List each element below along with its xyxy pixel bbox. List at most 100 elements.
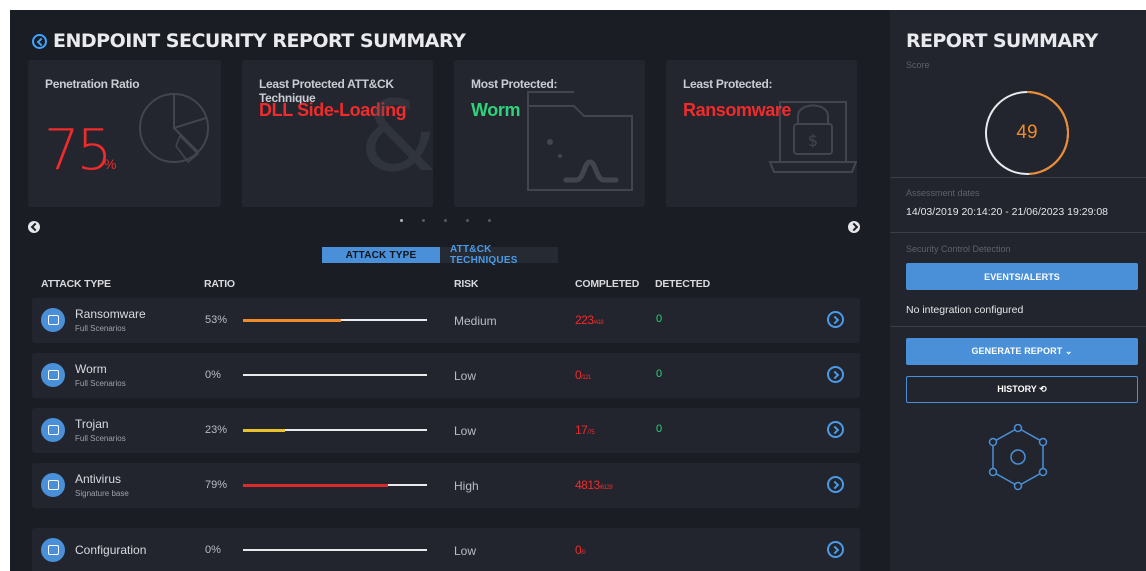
row-ratio: 0% [205,544,221,556]
events-alerts-button[interactable]: EVENTS/ALERTS [906,263,1138,290]
ratio-bar-fill [243,483,389,487]
chevron-right-icon[interactable] [827,421,844,438]
ratio-bar-fill [243,428,286,432]
ransomware-icon [41,308,65,332]
carousel-next-icon[interactable] [848,221,860,233]
row-risk: High [454,479,479,493]
ratio-bar-fill [243,318,341,322]
column-header-detected[interactable]: DETECTED [655,278,710,290]
back-icon[interactable] [32,33,47,49]
row-ratio: 79% [205,479,228,491]
chevron-right-icon[interactable] [827,311,844,328]
carousel-dot[interactable] [444,219,447,222]
network-hexagon-icon [988,424,1048,491]
carousel-prev-icon[interactable] [28,221,40,233]
tab-attck-techniques[interactable]: ATT&CK TECHNIQUES [440,244,558,266]
row-name: Trojan [75,417,109,431]
score-value: 49 [1016,122,1038,143]
shield-check-icon [41,473,65,497]
card-label: Least Protected: [683,77,773,91]
table-row[interactable]: Ransomware Full Scenarios 53% Medium 223… [32,298,860,343]
divider [890,177,1146,178]
page-title-text: ENDPOINT SECURITY REPORT SUMMARY [53,30,466,52]
completed-total: /0 [581,550,586,556]
completed-count: 223 [575,313,594,327]
row-risk: Low [454,369,477,383]
row-name: Ransomware [75,307,146,321]
ampersand-icon: & [360,80,433,194]
column-header-completed[interactable]: COMPLETED [575,278,639,290]
row-completed: 4813/6129 [575,478,613,492]
ratio-bar [243,483,427,487]
carousel-dots [400,219,491,222]
generate-report-button[interactable]: GENERATE REPORT ⌄ [906,338,1138,365]
table-row[interactable]: Worm Full Scenarios 0% Low 0/121 0 [32,353,860,398]
carousel-dot[interactable] [400,219,403,222]
card-least-protected-technique: Least Protected ATT&CK Technique DLL Sid… [242,60,433,207]
worm-icon [41,363,65,387]
row-name: Configuration [75,543,147,557]
row-ratio: 0% [205,369,221,381]
cloud-config-icon [41,538,65,562]
ransomware-laptop-icon: $ [768,101,857,173]
divider [890,326,1146,327]
row-risk: Medium [454,314,497,328]
chevron-right-icon[interactable] [827,476,844,493]
app-frame: ENDPOINT SECURITY REPORT SUMMARY Penetra… [10,10,1146,571]
report-summary-sidebar: REPORT SUMMARY Score 49 Assessment dates… [890,10,1146,571]
divider [890,232,1146,233]
chevron-right-icon[interactable] [827,366,844,383]
row-completed: 17/75 [575,423,595,437]
ratio-bar [243,318,427,322]
card-least-protected: Least Protected: Ransomware $ [666,60,857,207]
trojan-horse-icon [41,418,65,442]
row-detected: 0 [656,313,663,325]
table-row[interactable]: Antivirus Signature base 79% High 4813/6… [32,463,860,508]
row-detected: 0 [656,368,663,380]
row-name: Antivirus [75,472,122,486]
completed-total: /6129 [599,485,613,491]
completed-total: /121 [581,375,591,381]
completed-count: 17 [575,423,588,437]
ratio-bar [243,428,427,432]
row-subtitle: Signature base [75,489,129,498]
completed-count: 4813 [575,478,600,492]
tab-attack-type[interactable]: ATTACK TYPE [322,247,440,263]
sidebar-title: REPORT SUMMARY [906,30,1098,52]
row-completed: 0/0 [575,543,586,557]
row-detected: 0 [656,423,663,435]
table-row[interactable]: Trojan Full Scenarios 23% Low 17/75 0 [32,408,860,453]
row-risk: Low [454,424,477,438]
penetration-ratio-unit: % [104,156,117,172]
table-row[interactable]: Configuration 0% Low 0/0 [32,528,860,571]
ratio-bar [243,549,427,551]
integration-status-text: No integration configured [906,304,1024,316]
column-header-risk[interactable]: RISK [454,278,478,290]
ratio-bar [243,374,427,376]
carousel-dot[interactable] [488,219,491,222]
row-completed: 223/418 [575,313,604,327]
penetration-ratio-value: 75 [44,118,112,183]
row-ratio: 23% [205,424,228,436]
history-button[interactable]: HISTORY ⟲ [906,376,1138,403]
card-label: Penetration Ratio [45,77,140,91]
row-completed: 0/121 [575,368,591,382]
column-header-attack-type[interactable]: ATTACK TYPE [41,278,111,290]
carousel-dot[interactable] [466,219,469,222]
assessment-dates-value: 14/03/2019 20:14:20 - 21/06/2023 19:29:0… [906,206,1109,218]
row-ratio: 53% [205,314,228,326]
completed-total: /418 [593,320,604,326]
row-risk: Low [454,544,477,558]
row-subtitle: Full Scenarios [75,379,126,388]
card-penetration-ratio: Penetration Ratio 75 % [28,60,221,207]
row-subtitle: Full Scenarios [75,324,126,333]
worm-icon [527,91,633,191]
completed-total: /75 [587,430,595,436]
svg-text:$: $ [808,131,818,150]
chevron-right-icon[interactable] [827,541,844,558]
column-header-ratio[interactable]: RATIO [204,278,235,290]
assessment-dates-label: Assessment dates [906,188,980,198]
security-control-detection-label: Security Control Detection [906,244,1011,254]
carousel-dot[interactable] [422,219,425,222]
pie-chart-icon [139,93,209,164]
